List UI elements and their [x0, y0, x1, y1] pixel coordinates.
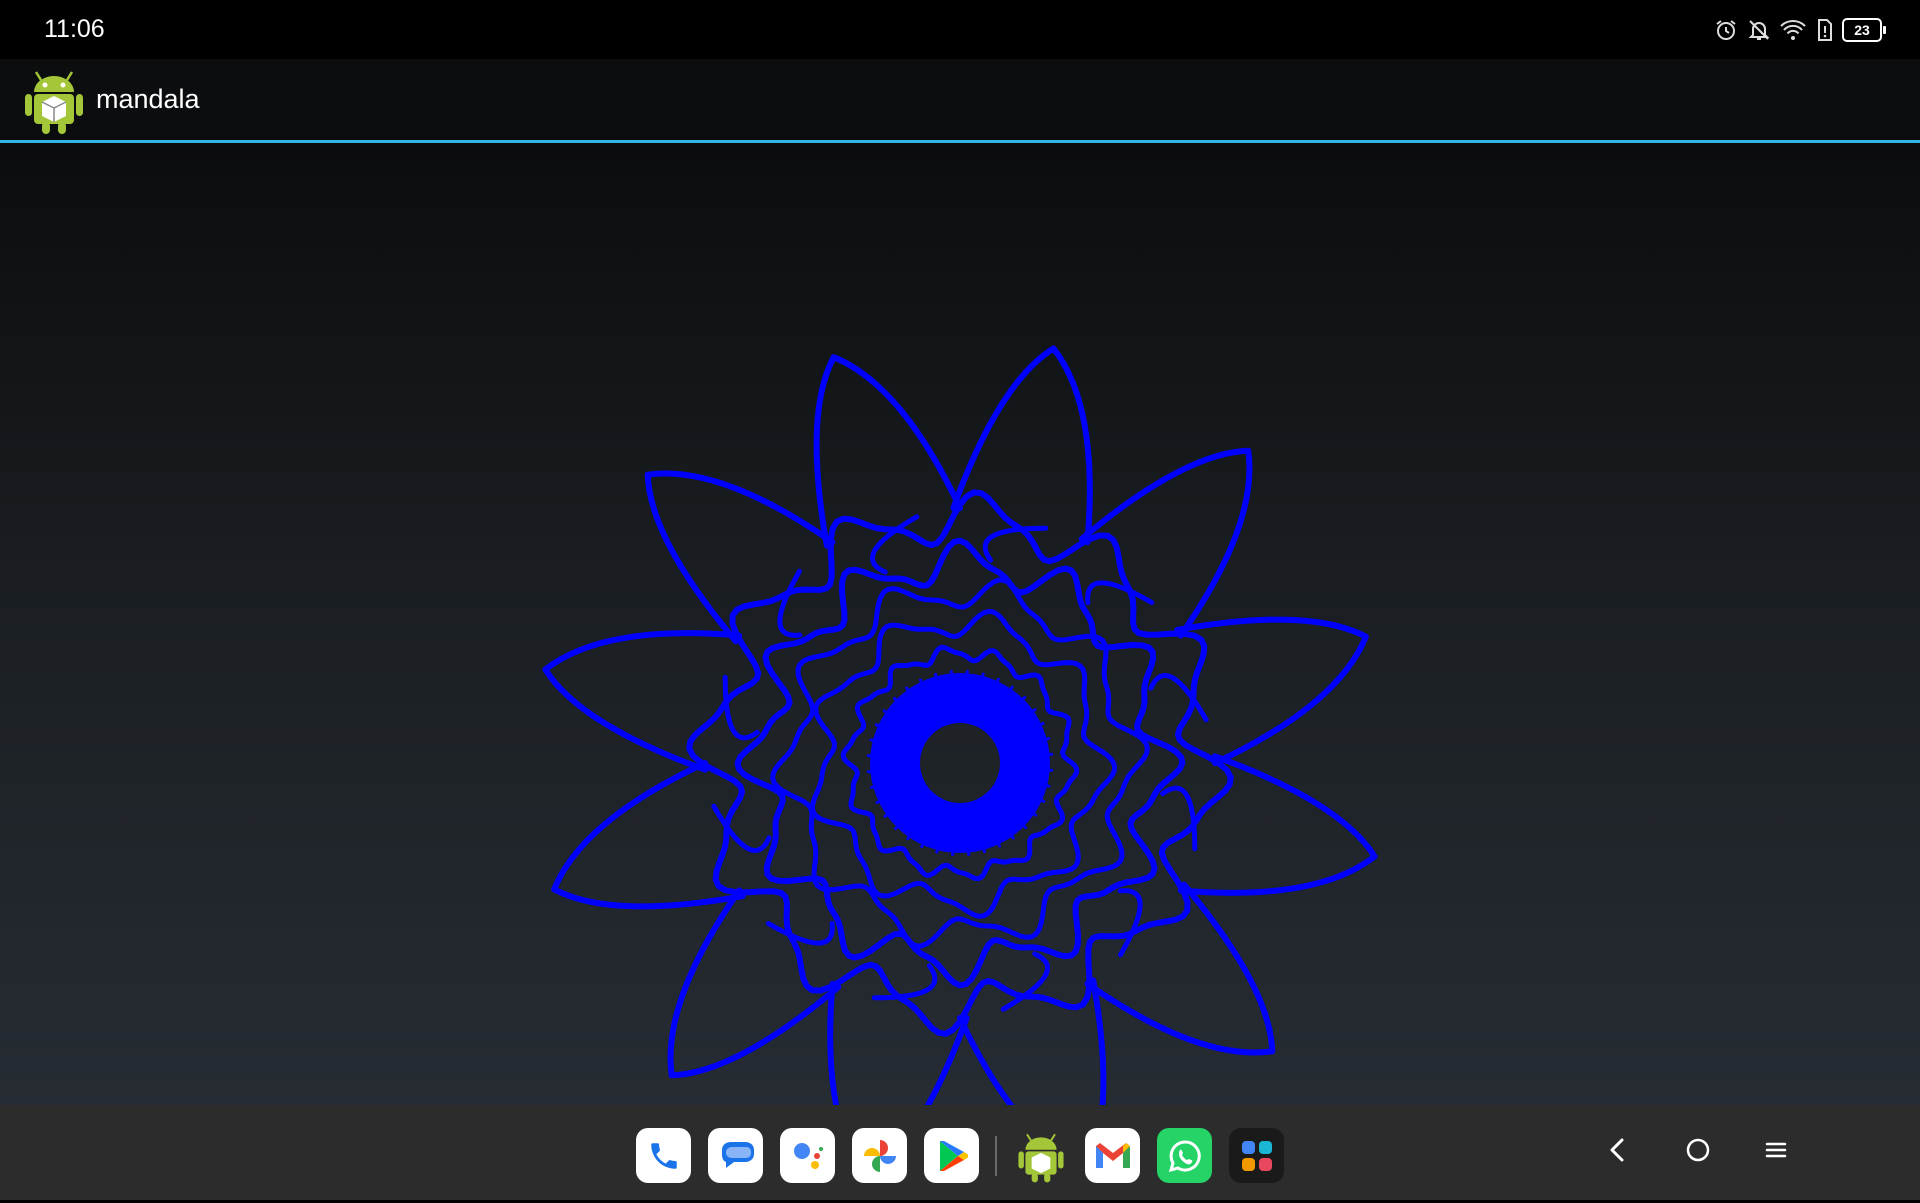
gmail-icon[interactable] — [1085, 1128, 1140, 1183]
mandala-drawing — [542, 345, 1378, 1181]
status-icons: 23 — [1714, 17, 1886, 42]
home-icon — [1683, 1135, 1713, 1170]
messages-icon[interactable] — [708, 1128, 763, 1183]
assistant-icon[interactable] — [780, 1128, 835, 1183]
wifi-icon — [1780, 18, 1806, 42]
status-bar: 11:06 23 — [0, 0, 1920, 59]
status-time: 11:06 — [44, 15, 105, 43]
menu-button[interactable] — [1746, 1105, 1806, 1200]
menu-icon — [1761, 1135, 1791, 1170]
action-bar: mandala — [0, 59, 1920, 143]
play-store-icon[interactable] — [924, 1128, 979, 1183]
sim-alert-icon — [1815, 18, 1833, 42]
phone-icon[interactable] — [636, 1128, 691, 1183]
battery-icon: 23 — [1842, 17, 1886, 42]
taskbar — [0, 1105, 1920, 1200]
back-icon — [1603, 1135, 1633, 1170]
photos-icon[interactable] — [852, 1128, 907, 1183]
app-dock — [636, 1128, 1301, 1183]
home-button[interactable] — [1668, 1105, 1728, 1200]
app-title: mandala — [96, 84, 200, 114]
android-app-icon[interactable] — [1013, 1128, 1068, 1183]
notifications-off-icon — [1747, 18, 1771, 42]
app-drawer-icon[interactable] — [1229, 1128, 1284, 1183]
whatsapp-icon[interactable] — [1157, 1128, 1212, 1183]
drawing-canvas[interactable] — [0, 143, 1920, 1181]
back-button[interactable] — [1588, 1105, 1648, 1200]
dock-separator — [995, 1135, 997, 1176]
alarm-icon — [1714, 18, 1738, 42]
android-app-icon — [22, 64, 86, 136]
